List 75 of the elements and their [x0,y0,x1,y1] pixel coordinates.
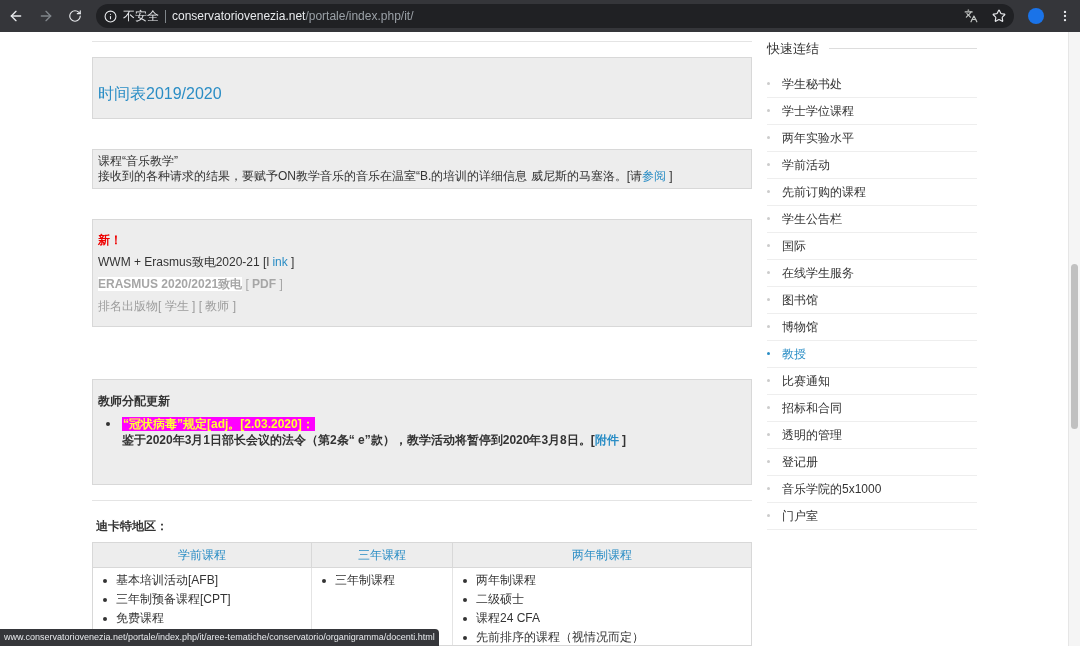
notice-text: 排名出版物[ 学生 ] [ 教师 ] [98,299,237,315]
sidebar-item[interactable]: 音乐学院的5x1000 [782,479,882,498]
reload-icon[interactable] [68,9,82,23]
bullet-icon [767,217,770,220]
bullet-icon [767,487,770,490]
sidebar-item[interactable]: 两年实验水平 [782,128,854,147]
table-cell: 课程24 CFA [476,611,541,626]
translate-icon[interactable] [964,9,978,23]
section-heading: 迪卡特地区： [96,518,169,535]
sidebar-item[interactable]: 学生公告栏 [782,209,842,228]
bullet-icon [103,597,107,602]
info-icon[interactable] [104,9,117,23]
bullet-icon [463,616,467,621]
bullet-icon [767,406,770,409]
notice-text: 接收到的各种请求的结果，要赋予ON教学音乐的音乐在温室“B.的培训的详细信息 威尼斯的马塞洛。[请参阅 ] [98,169,674,185]
table-cell: 二级硕士 [476,592,524,607]
bullet-icon [767,109,770,112]
sidebar-item[interactable]: 透明的管理 [782,425,842,444]
scrollbar-thumb[interactable] [1071,264,1078,429]
alert-label: “冠状病毒”规定[adj。[2.03.2020]： [122,416,315,431]
table-cell: 基本培训活动[AFB] [116,573,218,588]
bullet-icon [767,379,770,382]
sidebar-item[interactable]: 门户室 [782,506,818,525]
sidebar-item[interactable]: 博物馆 [782,317,818,336]
sidebar-item[interactable]: 先前订购的课程 [782,182,866,201]
status-bar: www.conservatoriovenezia.net/portale/index.php/it/aree-tematiche/conservatorio/organigramma/docenti.html [0,629,439,646]
bullet-icon [767,325,770,328]
sidebar-title: 快速连结 [767,40,819,58]
table-cell: 两年制课程 [476,573,536,588]
bullet-icon [322,578,326,583]
forward-icon[interactable] [38,8,54,24]
bullet-icon [767,298,770,301]
table-cell: 免费课程 [116,611,164,626]
back-icon[interactable] [8,8,24,24]
sidebar-item[interactable]: 在线学生服务 [782,263,854,282]
bullet-icon [767,352,770,355]
scrollbar[interactable] [1068,32,1080,646]
bullet-icon [767,244,770,247]
bullet-icon [767,82,770,85]
table-cell: 三年制预备课程[CPT] [116,592,231,607]
sidebar-item[interactable]: 国际 [782,236,806,255]
sidebar-item[interactable]: 图书馆 [782,290,818,309]
bullet-icon [767,433,770,436]
notice-text: 鉴于2020年3月1日部长会议的法令（第2条“ e”款），教学活动将暂停到2020年3月8日。[附件 ] [122,431,627,448]
notice-text: WWM + Erasmus致电2020-21 [l ink ] [98,255,296,271]
bullet-icon [767,460,770,463]
bullet-icon [767,163,770,166]
sidebar-item[interactable]: 教授 [782,344,806,363]
address-bar[interactable]: 不安全 conservatoriovenezia.net/portale/index.php/it/ [96,4,1014,28]
bookmark-star-icon[interactable] [992,9,1006,23]
sidebar-item[interactable]: 登记册 [782,452,818,471]
sidebar-item[interactable]: 比赛通知 [782,371,830,390]
bullet-icon [767,514,770,517]
avatar-icon[interactable] [1028,8,1044,24]
bullet-icon [463,597,467,602]
notice-heading: 教师分配更新 [98,392,171,409]
sidebar-item[interactable]: 招标和合同 [782,398,842,417]
table-cell: 三年制课程 [335,573,395,588]
sidebar-item[interactable]: 学生秘书处 [782,74,842,93]
bullet-icon [463,635,467,640]
notice-text: ERASMUS 2020/2021致电 [ PDF ] [98,277,284,293]
table-cell: 先前排序的课程（视情况而定） [476,630,644,645]
bullet-icon [103,616,107,621]
bullet-icon [106,421,110,426]
bullet-icon [103,578,107,583]
notice-text: 新！ [98,233,123,249]
bullet-icon [767,271,770,274]
bullet-icon [767,136,770,139]
security-label: 不安全 [123,8,159,25]
sidebar-item[interactable]: 学士学位课程 [782,101,854,120]
bullet-icon [767,190,770,193]
notice-text: 课程“音乐教学” [98,154,179,170]
sidebar-item[interactable]: 学前活动 [782,155,830,174]
url-text: conservatoriovenezia.net/portale/index.php/it/ [172,8,414,25]
bullet-icon [463,578,467,583]
